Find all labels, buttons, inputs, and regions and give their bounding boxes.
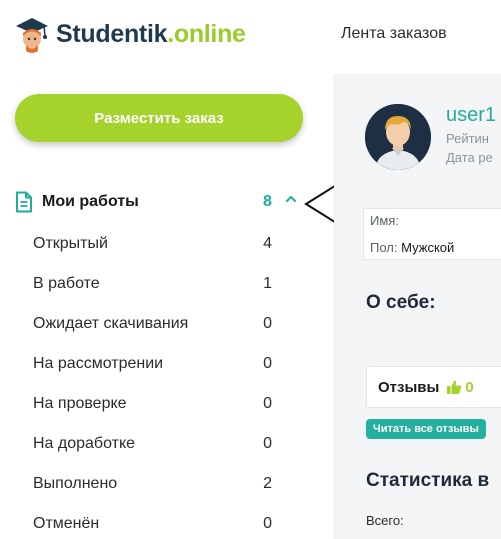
status-count: 4 [263, 235, 272, 252]
site-logo[interactable]: Studentik.online [14, 14, 246, 54]
about-title: О себе: [366, 292, 436, 313]
reviews-label: Отзывы [378, 378, 440, 396]
my-works-toggle[interactable]: Мои работы 8 [14, 188, 304, 216]
user-avatar-icon [365, 104, 431, 170]
name-label: Имя: [370, 213, 399, 228]
reviews-count: 0 [465, 378, 474, 396]
status-count: 0 [263, 515, 272, 532]
gender-value: Мужской [401, 240, 455, 255]
status-item-in-progress[interactable]: В работе 1 [0, 266, 300, 306]
logo-text-main: Studentik [56, 20, 168, 48]
status-count: 0 [263, 395, 272, 412]
status-label: Отменён [33, 515, 100, 532]
profile-username: user1 [446, 104, 497, 126]
status-label: Ожидает скачивания [33, 315, 189, 332]
work-status-list: Открытый 4 В работе 1 Ожидает скачивания… [0, 226, 300, 539]
logo-text-domain: .online [167, 20, 246, 48]
profile-info-card: Имя: Пол: Мужской [363, 208, 501, 260]
statistics-title: Статистика в [366, 470, 490, 491]
status-count: 0 [263, 315, 272, 332]
avatar[interactable] [365, 104, 431, 170]
gender-label: Пол: [370, 240, 398, 255]
reviews-summary: Отзывы 0 [366, 366, 501, 408]
thumbs-up-icon [447, 380, 462, 394]
chevron-up-icon[interactable] [284, 192, 298, 206]
rating-label: Рейтин [446, 131, 489, 146]
status-label: На рассмотрении [33, 355, 164, 372]
status-item-revision[interactable]: На доработке 0 [0, 426, 300, 466]
status-item-checking[interactable]: На проверке 0 [0, 386, 300, 426]
status-count: 1 [263, 275, 272, 292]
graduate-mascot-icon [16, 18, 48, 53]
status-count: 2 [263, 475, 272, 492]
place-order-button[interactable]: Разместить заказ [15, 94, 303, 142]
profile-meta: Рейтин Дата ре [446, 129, 493, 167]
read-all-reviews-button[interactable]: Читать все отзывы [366, 419, 486, 439]
status-item-open[interactable]: Открытый 4 [0, 226, 300, 266]
status-item-under-review[interactable]: На рассмотрении 0 [0, 346, 300, 386]
nav-orders-feed-link[interactable]: Лента заказов [341, 25, 447, 43]
my-works-count: 8 [263, 193, 272, 210]
gender-row: Пол: Мужской [370, 240, 454, 255]
status-item-awaiting-download[interactable]: Ожидает скачивания 0 [0, 306, 300, 346]
document-icon [16, 191, 32, 213]
status-item-cancelled[interactable]: Отменён 0 [0, 506, 300, 539]
registration-date-label: Дата ре [446, 150, 493, 165]
total-label: Всего: [366, 513, 404, 528]
logo-wordmark: Studentik.online [56, 14, 246, 54]
my-works-title: Мои работы [42, 193, 139, 210]
status-count: 0 [263, 435, 272, 452]
status-label: На доработке [33, 435, 136, 452]
status-label: Открытый [33, 235, 108, 252]
status-label: Выполнено [33, 475, 118, 492]
status-label: В работе [33, 275, 100, 292]
status-count: 0 [263, 355, 272, 372]
status-item-completed[interactable]: Выполнено 2 [0, 466, 300, 506]
status-label: На проверке [33, 395, 127, 412]
